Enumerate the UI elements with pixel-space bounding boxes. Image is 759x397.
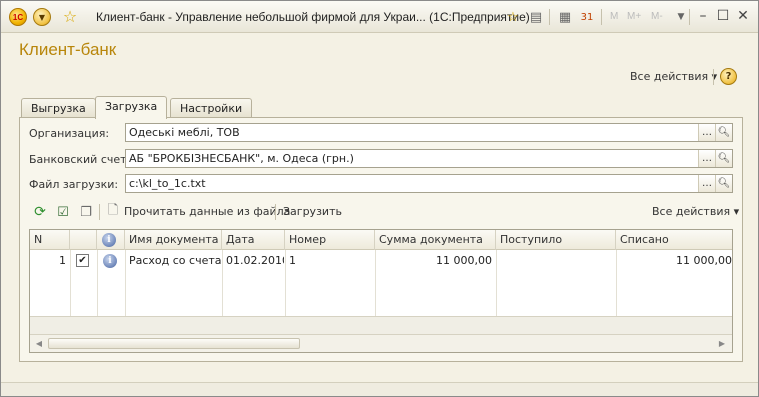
column-header-doc-name[interactable]: Имя документа (125, 230, 222, 250)
memory-minus-button[interactable]: M- (651, 11, 663, 22)
app-logo-icon[interactable]: 1С (9, 8, 27, 26)
cell-amount: 11 000,00 (436, 254, 492, 267)
cell-n: 1 (59, 254, 66, 267)
column-header-date[interactable]: Дата (222, 230, 285, 250)
memory-plus-button[interactable]: M+ (627, 11, 641, 22)
organization-label: Организация: (29, 127, 110, 140)
maximize-icon[interactable]: ☐ (715, 7, 731, 25)
uncheck-all-icon[interactable]: ❐ (78, 204, 94, 220)
bank-account-label: Банковский счет: (29, 153, 131, 166)
column-header-amount[interactable]: Сумма документа (375, 230, 496, 250)
search-icon[interactable]: 🔍︎ (715, 124, 732, 141)
tab-settings[interactable]: Настройки (170, 98, 253, 118)
search-icon[interactable]: 🔍︎ (715, 175, 732, 192)
favorites-star-icon[interactable]: ☆ (61, 8, 79, 26)
column-header-written-off[interactable]: Списано (616, 230, 732, 250)
load-button[interactable]: Загрузить (283, 205, 342, 218)
bank-account-value: АБ "БРОКБІЗНЕСБАНК", м. Одеса (грн.) (129, 152, 354, 165)
cell-received (496, 251, 612, 271)
bank-account-field[interactable]: АБ "БРОКБІЗНЕСБАНК", м. Одеса (грн.) … 🔍… (125, 149, 733, 168)
add-favorite-star-icon[interactable]: ☆ (505, 9, 521, 25)
column-header-info[interactable]: i (97, 230, 125, 250)
chevron-down-icon: ▼ (33, 8, 51, 26)
table-header: N i Имя документа Дата Номер Сумма докум… (30, 230, 732, 250)
check-all-icon[interactable]: ☑ (55, 204, 71, 220)
select-button[interactable]: … (698, 150, 715, 167)
column-header-received[interactable]: Поступило (496, 230, 616, 250)
organization-field[interactable]: Одеські меблі, ТОВ … 🔍︎ (125, 123, 733, 142)
select-button[interactable]: … (698, 124, 715, 141)
column-header-number[interactable]: Номер (285, 230, 375, 250)
scroll-left-icon[interactable]: ◀ (31, 336, 47, 351)
application-window: 1С ▼ ☆ Клиент-банк - Управление небольшо… (0, 0, 759, 397)
title-bar: 1С ▼ ☆ Клиент-банк - Управление небольшо… (1, 1, 758, 33)
dropdown-arrow-icon: ▾ (733, 205, 740, 218)
column-header-n[interactable]: N (30, 230, 70, 250)
horizontal-scrollbar[interactable]: ◀ ▶ (30, 334, 732, 352)
info-icon: i (102, 233, 116, 247)
calendar-icon[interactable]: 31 (579, 9, 595, 25)
load-file-label: Файл загрузки: (29, 178, 119, 191)
all-actions-menu-table[interactable]: Все действия ▾ (652, 205, 739, 218)
select-button[interactable]: … (698, 175, 715, 192)
table-footer (30, 316, 732, 334)
all-actions-menu-top[interactable]: Все действия ▾ (630, 70, 717, 83)
dropdown-arrow-icon[interactable]: ▼ (673, 9, 689, 25)
tab-export[interactable]: Выгрузка (21, 98, 96, 118)
column-header-check[interactable] (70, 230, 97, 250)
window-title: Клиент-банк - Управление небольшой фирмо… (96, 10, 530, 24)
close-icon[interactable]: ✕ (735, 7, 751, 25)
search-icon[interactable]: 🔍︎ (715, 150, 732, 167)
cell-doc-name: Расход со счета (129, 254, 221, 267)
cell-date: 01.02.2010 (226, 254, 284, 267)
tab-import[interactable]: Загрузка (95, 96, 168, 119)
document-icon[interactable]: 🗋 (105, 203, 121, 220)
read-file-button[interactable]: Прочитать данные из файла (124, 205, 290, 218)
info-icon[interactable]: i (103, 254, 117, 268)
scrollbar-thumb[interactable] (48, 338, 300, 349)
status-bar (1, 382, 758, 396)
main-menu-button[interactable]: ▼ (33, 8, 51, 26)
help-button[interactable]: ? (720, 68, 737, 85)
scroll-right-icon[interactable]: ▶ (714, 336, 730, 351)
organization-value: Одеські меблі, ТОВ (129, 126, 240, 139)
form-title: Клиент-банк (19, 40, 117, 59)
minimize-icon[interactable]: – (695, 7, 711, 25)
calculator-icon[interactable]: ▦ (557, 9, 573, 25)
cell-number: 1 (289, 254, 296, 267)
bookmark-icon[interactable]: ▤ (528, 9, 544, 25)
load-file-field[interactable]: c:\kl_to_1c.txt … 🔍︎ (125, 174, 733, 193)
memory-m-button[interactable]: M (610, 11, 618, 22)
row-checkbox[interactable]: ✔ (76, 254, 89, 267)
refresh-icon[interactable]: ⟳ (32, 204, 48, 220)
load-file-value: c:\kl_to_1c.txt (129, 177, 206, 190)
cell-written-off: 11 000,00 (676, 254, 732, 267)
documents-table[interactable]: N i Имя документа Дата Номер Сумма докум… (29, 229, 733, 353)
